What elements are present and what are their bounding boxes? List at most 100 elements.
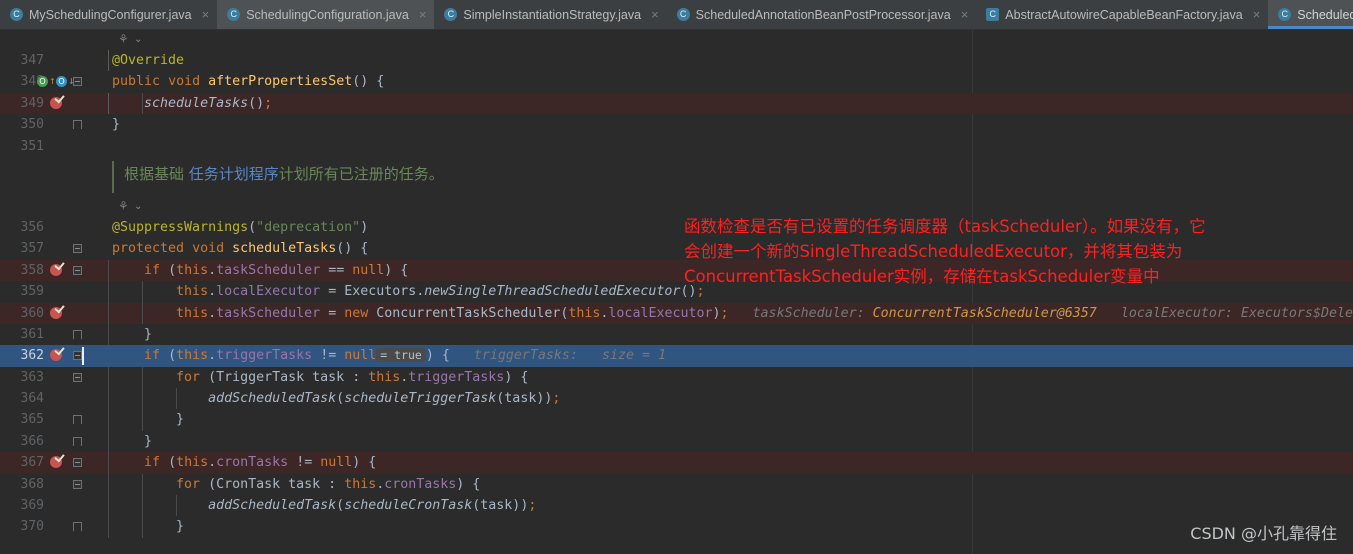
code-line-350[interactable]: 350 } [0,114,1353,135]
fold-end-icon[interactable] [73,436,82,446]
code-line-347[interactable]: 347 @Override [0,50,1353,72]
code-editor[interactable]: ⚘ ⌄ 347 @Override 348 O ↑ O ↓ public voi… [0,30,1353,554]
tab-ScheduledTaskRegistrar[interactable]: C ScheduledTaskRegistrar.java [1268,0,1353,29]
breakpoint-icon[interactable] [50,306,62,319]
editor-gutter-row-spring-1: ⚘ ⌄ [0,30,1353,50]
implements-method-icon[interactable]: O [56,76,67,88]
gutter-370[interactable] [46,516,108,537]
code-line-349[interactable]: 349 scheduleTasks(); [0,92,1353,115]
breakpoint-icon[interactable] [50,96,62,109]
close-icon[interactable]: × [961,8,969,21]
javadoc-part-1: 根据基础 [124,164,189,183]
gutter-363[interactable] [46,367,108,388]
gutter-358[interactable] [46,260,108,281]
code-line-361[interactable]: 361 } [0,323,1353,346]
code-line-369[interactable]: 369 addScheduledTask(scheduleCronTask(ta… [0,495,1353,517]
tab-AbstractAutowireCapableBeanFactory[interactable]: C AbstractAutowireCapableBeanFactory.jav… [976,0,1269,29]
gutter-365[interactable] [46,409,108,430]
gutter-361[interactable] [46,324,108,345]
spring-bean-icon[interactable]: ⚘ [118,32,129,46]
java-class-readonly-icon: C [986,8,1000,21]
code-text: @Override [112,53,185,68]
close-icon[interactable]: × [419,8,427,21]
code-line-367[interactable]: 367 if (this.cronTasks != null) { [0,452,1353,474]
code-line-365[interactable]: 365 } [0,409,1353,431]
breakpoint-icon[interactable] [50,263,62,276]
folded-javadoc-comment[interactable]: 根据基础 任务计划程序计划所有已注册的任务。 [0,157,1353,199]
code-line-348[interactable]: 348 O ↑ O ↓ public void afterPropertiesS… [0,71,1353,92]
breakpoint-icon[interactable] [50,349,62,362]
gutter-368[interactable] [46,474,108,495]
line-number: 370 [20,519,44,535]
arrow-up-icon: ↑ [49,74,56,88]
gutter-366[interactable] [46,431,108,452]
annotation-line-2: 会创建一个新的SingleThreadScheduledExecutor，并将其… [684,242,1183,261]
line-number: 359 [20,284,44,300]
code-text: if (this.triggerTasks != null = true) { t… [144,348,667,364]
gutter-362[interactable] [46,345,108,366]
code-text: public void afterPropertiesSet() { [112,74,385,90]
close-icon[interactable]: × [202,8,210,21]
line-number: 363 [20,369,44,385]
editor-tab-bar: C MySchedulingConfigurer.java × C Schedu… [0,0,1353,30]
tab-MySchedulingConfigurer[interactable]: C MySchedulingConfigurer.java × [0,0,218,29]
code-line-351[interactable]: 351 [0,136,1353,157]
code-line-368[interactable]: 368 for (CronTask task : this.cronTasks)… [0,473,1353,496]
code-line-366[interactable]: 366 } [0,430,1353,453]
code-text: scheduleTasks(); [144,95,273,111]
text-caret [82,347,84,366]
watermark: CSDN @小孔靠得住 [1190,524,1337,543]
spring-bean-icon[interactable]: ⚘ [118,199,129,213]
code-text: if (this.cronTasks != null) { [144,455,377,471]
line-number: 366 [20,433,44,449]
code-text: if (this.taskScheduler == null) { [144,262,409,278]
fold-end-icon[interactable] [73,120,82,130]
code-text: this.localExecutor = Executors.newSingle… [176,284,705,300]
fold-end-icon[interactable] [73,522,82,532]
code-line-364[interactable]: 364 addScheduledTask(scheduleTriggerTask… [0,388,1353,410]
tab-SchedulingConfiguration[interactable]: C SchedulingConfiguration.java × [217,0,435,29]
close-icon[interactable]: × [651,8,659,21]
java-class-icon: C [444,8,458,21]
line-number: 368 [20,476,44,492]
line-number: 349 [20,95,44,111]
fold-collapse-icon[interactable] [73,372,82,382]
tab-ScheduledAnnotationBeanPostProcessor[interactable]: C ScheduledAnnotationBeanPostProcessor.j… [666,0,977,29]
code-text: protected void scheduleTasks() { [112,241,369,257]
javadoc-part-2: 任务计划程序 [188,164,279,183]
chevron-down-icon[interactable]: ⌄ [134,201,142,212]
gutter-349[interactable] [46,93,108,114]
fold-collapse-icon[interactable] [73,458,82,468]
fold-collapse-icon[interactable] [73,244,82,254]
code-line-360[interactable]: 360 this.taskScheduler = new ConcurrentT… [0,302,1353,324]
breakpoint-icon[interactable] [50,456,62,469]
fold-collapse-icon[interactable] [73,77,82,87]
fold-collapse-icon[interactable] [73,351,82,361]
line-number: 351 [20,138,44,154]
tab-label: ScheduledTaskRegistrar.java [1297,7,1353,22]
gutter-348[interactable]: O ↑ O ↓ [37,71,108,92]
fold-collapse-icon[interactable] [73,265,82,275]
code-line-363[interactable]: 363 for (TriggerTask task : this.trigger… [0,366,1353,389]
fold-collapse-icon[interactable] [73,479,82,489]
tab-label: ScheduledAnnotationBeanPostProcessor.jav… [695,7,951,22]
code-line-370[interactable]: 370 } [0,516,1353,538]
code-text: } [176,412,185,428]
tab-label: SchedulingConfiguration.java [246,7,409,22]
gutter-357[interactable] [46,238,108,259]
code-text: this.taskScheduler = new ConcurrentTaskS… [176,305,1353,321]
inline-value-badge: = true [376,348,426,363]
fold-end-icon[interactable] [73,329,82,339]
close-icon[interactable]: × [1253,8,1261,21]
fold-end-icon[interactable] [73,415,82,425]
gutter-350[interactable] [46,114,108,135]
annotation-line-3: ConcurrentTaskScheduler实例，存储在taskSchedul… [684,267,1160,286]
gutter-360[interactable] [46,303,108,324]
tab-SimpleInstantiationStrategy[interactable]: C SimpleInstantiationStrategy.java × [434,0,667,29]
chevron-down-icon[interactable]: ⌄ [134,34,142,45]
code-line-362[interactable]: 362 if (this.triggerTasks != null = true)… [0,345,1353,367]
gutter-367[interactable] [46,452,108,473]
overrides-method-icon[interactable]: O [37,76,48,88]
line-number: 362 [20,348,44,364]
tab-label: MySchedulingConfigurer.java [29,7,192,22]
